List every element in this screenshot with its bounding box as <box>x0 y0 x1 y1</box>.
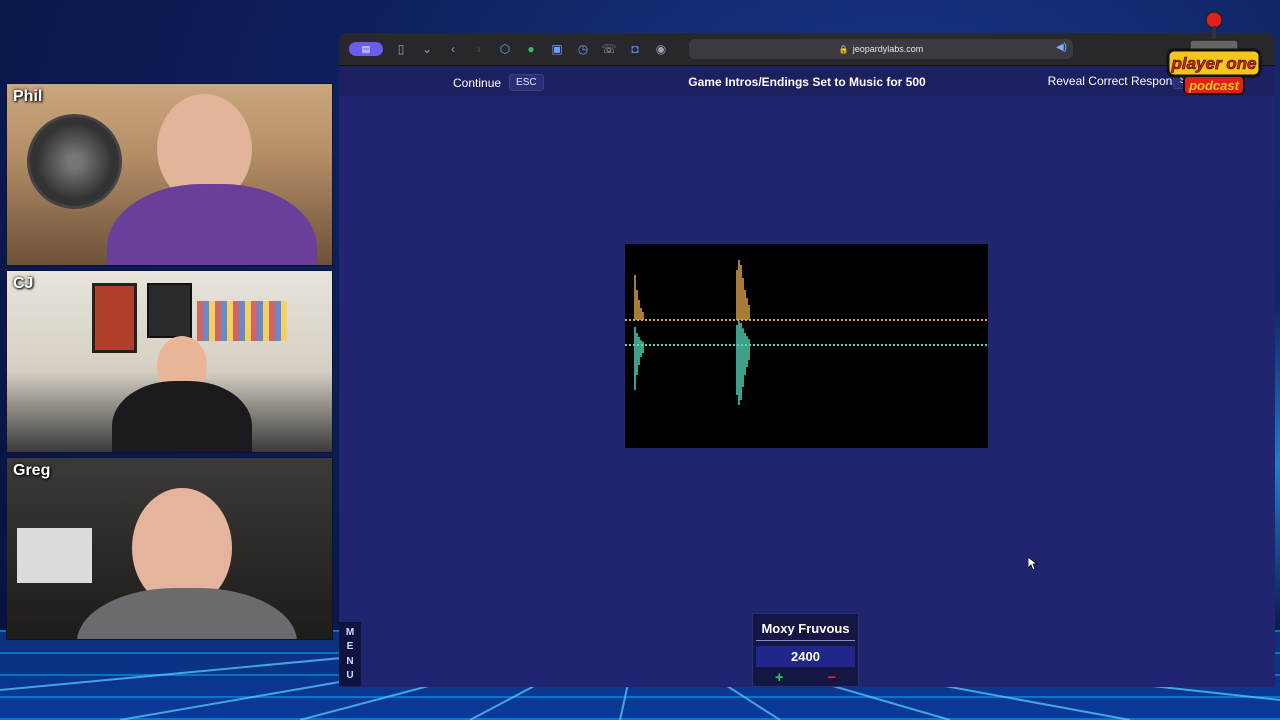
score-controls: + − <box>753 669 858 686</box>
webcam-tile-phil: Phil <box>6 83 333 266</box>
menu-letter: E <box>346 641 354 653</box>
lock-icon: 🔒 <box>838 44 849 54</box>
player-name: Moxy Fruvous <box>756 614 855 641</box>
menu-letter: N <box>346 655 354 667</box>
player-score-card: Moxy Fruvous 2400 + − <box>752 613 859 687</box>
back-icon[interactable]: ‹ <box>445 41 461 57</box>
webcam-video <box>7 458 332 639</box>
sidebar-toggle-icon[interactable]: ▯ <box>393 41 409 57</box>
bitwarden-icon[interactable]: ◘ <box>627 41 643 57</box>
mouse-cursor-icon <box>1028 557 1038 571</box>
waveform-graphic <box>625 260 988 405</box>
menu-letter: U <box>346 670 354 682</box>
shelf-toys <box>197 301 287 341</box>
address-bar[interactable]: 🔒 jeopardylabs.com ◀) <box>689 39 1073 59</box>
notes-icon[interactable]: ▣ <box>549 41 565 57</box>
player-score: 2400 <box>756 646 855 667</box>
poster-image <box>92 283 137 353</box>
fan-image <box>27 114 122 209</box>
browser-toolbar: ▤ ▯ ⌄ ‹ › ⬡ ● ▣ ◷ ☏ ◘ ◉ 🔒 jeopardylabs.c… <box>339 33 1275 66</box>
chat-icon[interactable]: ☏ <box>601 41 617 57</box>
subtract-score-button[interactable]: − <box>827 669 836 686</box>
chevron-down-icon[interactable]: ⌄ <box>419 41 435 57</box>
person-shirt <box>77 588 297 639</box>
person-shirt <box>112 381 252 452</box>
logo-text: player one <box>1170 54 1256 73</box>
participant-name: Phil <box>13 88 43 105</box>
extension-icon[interactable]: ⬡ <box>497 41 513 57</box>
webcam-tile-greg: Greg <box>6 457 333 640</box>
forward-icon[interactable]: › <box>471 41 487 57</box>
sign-image <box>17 528 92 583</box>
privacy-icon[interactable]: ◉ <box>653 41 669 57</box>
add-score-button[interactable]: + <box>775 669 784 686</box>
grammarly-icon[interactable]: ● <box>523 41 539 57</box>
game-header: Continue ESC Game Intros/Endings Set to … <box>339 66 1275 96</box>
tab-overview-button[interactable]: ▤ <box>349 42 383 56</box>
browser-window: ▤ ▯ ⌄ ‹ › ⬡ ● ▣ ◷ ☏ ◘ ◉ 🔒 jeopardylabs.c… <box>339 33 1275 687</box>
player-one-podcast-logo: player one podcast <box>1166 11 1262 95</box>
menu-button[interactable]: M E N U <box>339 622 361 686</box>
audio-icon[interactable]: ◀) <box>1056 42 1067 53</box>
webcam-tile-cj: CJ <box>6 270 333 453</box>
webcam-video <box>7 271 332 452</box>
participant-name: CJ <box>13 275 34 292</box>
audio-visualizer <box>625 244 988 448</box>
clock-icon[interactable]: ◷ <box>575 41 591 57</box>
poster-image <box>147 283 192 338</box>
webcam-video <box>7 84 332 265</box>
logo-subtext: podcast <box>1188 78 1240 93</box>
menu-letter: M <box>345 626 355 638</box>
participant-name: Greg <box>13 462 51 479</box>
url-text: jeopardylabs.com <box>852 44 924 54</box>
person-shirt <box>107 184 317 265</box>
